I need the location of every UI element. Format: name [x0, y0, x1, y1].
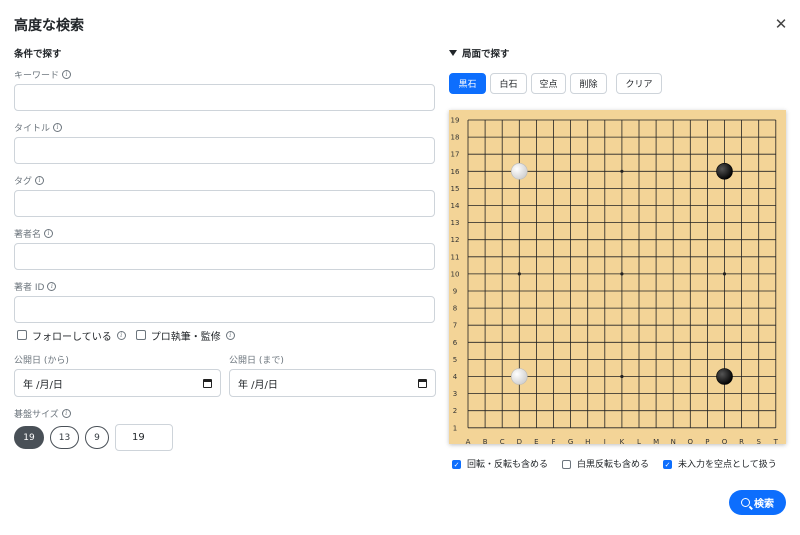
keyword-input[interactable] — [14, 84, 435, 111]
row-label: 19 — [451, 117, 460, 125]
position-toggle[interactable]: 局面で探す — [449, 46, 786, 60]
row-label: 5 — [453, 356, 457, 364]
column-label: C — [500, 438, 505, 444]
close-icon[interactable]: ✕ — [773, 16, 789, 32]
column-label: L — [637, 438, 641, 444]
triangle-down-icon — [449, 50, 457, 56]
row-label: 3 — [453, 390, 457, 398]
white-stone — [511, 368, 528, 385]
info-icon[interactable]: i — [47, 281, 57, 291]
position-panel: 局面で探す 黒石 白石 空点 削除 クリア 19 18 17 16 15 14 13 12 11… — [449, 46, 786, 446]
author-id-input[interactable] — [14, 296, 435, 323]
info-icon[interactable]: i — [35, 175, 45, 185]
go-board-svg[interactable]: 19 18 17 16 15 14 13 12 11 10 9 8 7 6 5 4 3 2 1 A B C D E F G H J K L… — [449, 110, 786, 446]
row-label: 17 — [451, 151, 460, 159]
keyword-label: キーワード i — [14, 68, 435, 81]
column-label: G — [568, 438, 573, 444]
star-point — [517, 272, 521, 276]
star-point — [620, 169, 624, 173]
modal-title: 高度な検索 — [14, 18, 84, 34]
conditions-panel: 条件で探す キーワード i タイトル i タグ i 著者名 i 著者 ID i フォローし… — [14, 46, 436, 451]
pro-checkbox[interactable]: プロ執筆・監修 i — [135, 328, 235, 343]
row-label: 13 — [451, 219, 460, 227]
info-icon[interactable]: i — [61, 408, 71, 418]
info-icon[interactable]: i — [44, 228, 54, 238]
column-label: T — [773, 438, 779, 444]
empty-as-point-option[interactable]: ✓ 未入力を空点として扱う — [663, 457, 777, 470]
star-point — [722, 272, 727, 276]
date-to-input[interactable]: 年 /月/日 — [229, 369, 436, 397]
column-label: B — [483, 438, 488, 444]
size-9-button[interactable]: 9 — [85, 426, 109, 449]
tool-delete[interactable]: 削除 — [570, 73, 607, 94]
size-19-button[interactable]: 19 — [14, 426, 44, 449]
go-board[interactable]: 19 18 17 16 15 14 13 12 11 10 9 8 7 6 5 4 3 2 1 A B C D E F G H J K L… — [449, 110, 786, 446]
white-stone — [511, 162, 528, 180]
row-label: 2 — [453, 407, 457, 415]
row-label: 6 — [453, 339, 458, 347]
column-label: S — [756, 438, 761, 444]
row-label: 1 — [453, 424, 457, 432]
title-label: タイトル i — [14, 121, 435, 134]
black-stone — [716, 368, 733, 385]
info-icon[interactable]: i — [62, 69, 72, 79]
tool-white-stone[interactable]: 白石 — [490, 73, 527, 94]
color-swap-option[interactable]: 白黒反転も含める — [562, 457, 649, 470]
row-label: 10 — [451, 270, 460, 278]
calendar-icon[interactable] — [203, 378, 212, 388]
date-to-label: 公開日 (まで) — [229, 355, 284, 366]
tag-input[interactable] — [14, 190, 435, 217]
black-stone — [716, 162, 733, 180]
info-icon[interactable]: i — [116, 330, 126, 340]
size-13-button[interactable]: 13 — [50, 426, 79, 449]
custom-size-input[interactable]: 19 — [115, 424, 173, 451]
calendar-icon[interactable] — [418, 378, 427, 388]
author-id-label: 著者 ID i — [14, 280, 435, 293]
info-icon[interactable]: i — [225, 330, 235, 340]
row-label: 16 — [451, 168, 460, 176]
column-label: H — [585, 438, 590, 444]
tool-empty-point[interactable]: 空点 — [531, 73, 566, 94]
row-label: 7 — [453, 322, 457, 330]
title-input[interactable] — [14, 137, 435, 164]
column-label: D — [517, 438, 522, 444]
column-label: A — [466, 438, 471, 444]
column-label: E — [534, 438, 538, 444]
row-label: 18 — [451, 134, 460, 142]
tool-black-stone[interactable]: 黒石 — [449, 73, 486, 94]
star-point — [620, 272, 624, 276]
star-point — [620, 374, 624, 379]
row-label: 9 — [453, 288, 457, 296]
column-label: Q — [722, 438, 728, 444]
row-label: 14 — [451, 202, 460, 210]
info-icon[interactable]: i — [53, 122, 63, 132]
date-from-input[interactable]: 年 /月/日 — [14, 369, 221, 397]
tool-clear[interactable]: クリア — [616, 73, 662, 94]
column-label: F — [551, 438, 555, 444]
row-label: 12 — [451, 236, 460, 244]
author-input[interactable] — [14, 243, 435, 270]
column-label: P — [705, 438, 709, 444]
column-label: N — [671, 438, 676, 444]
board-size-label: 碁盤サイズ i — [14, 407, 435, 420]
row-label: 8 — [453, 305, 457, 313]
column-label: O — [688, 438, 694, 444]
rotation-option[interactable]: ✓ 回転・反転も含める — [452, 457, 548, 470]
row-label: 11 — [451, 253, 460, 261]
row-label: 15 — [451, 185, 460, 193]
date-from-label: 公開日 (から) — [14, 355, 69, 366]
search-button[interactable]: 検索 — [729, 490, 786, 515]
conditions-title: 条件で探す — [14, 49, 62, 60]
search-icon — [741, 498, 750, 507]
column-label: M — [653, 438, 659, 444]
author-label: 著者名 i — [14, 227, 435, 240]
row-label: 4 — [453, 373, 458, 381]
column-label: J — [603, 438, 606, 444]
column-label: K — [620, 438, 625, 444]
column-label: R — [739, 438, 744, 444]
following-checkbox[interactable]: フォローしている i — [17, 328, 126, 343]
tag-label: タグ i — [14, 174, 435, 187]
